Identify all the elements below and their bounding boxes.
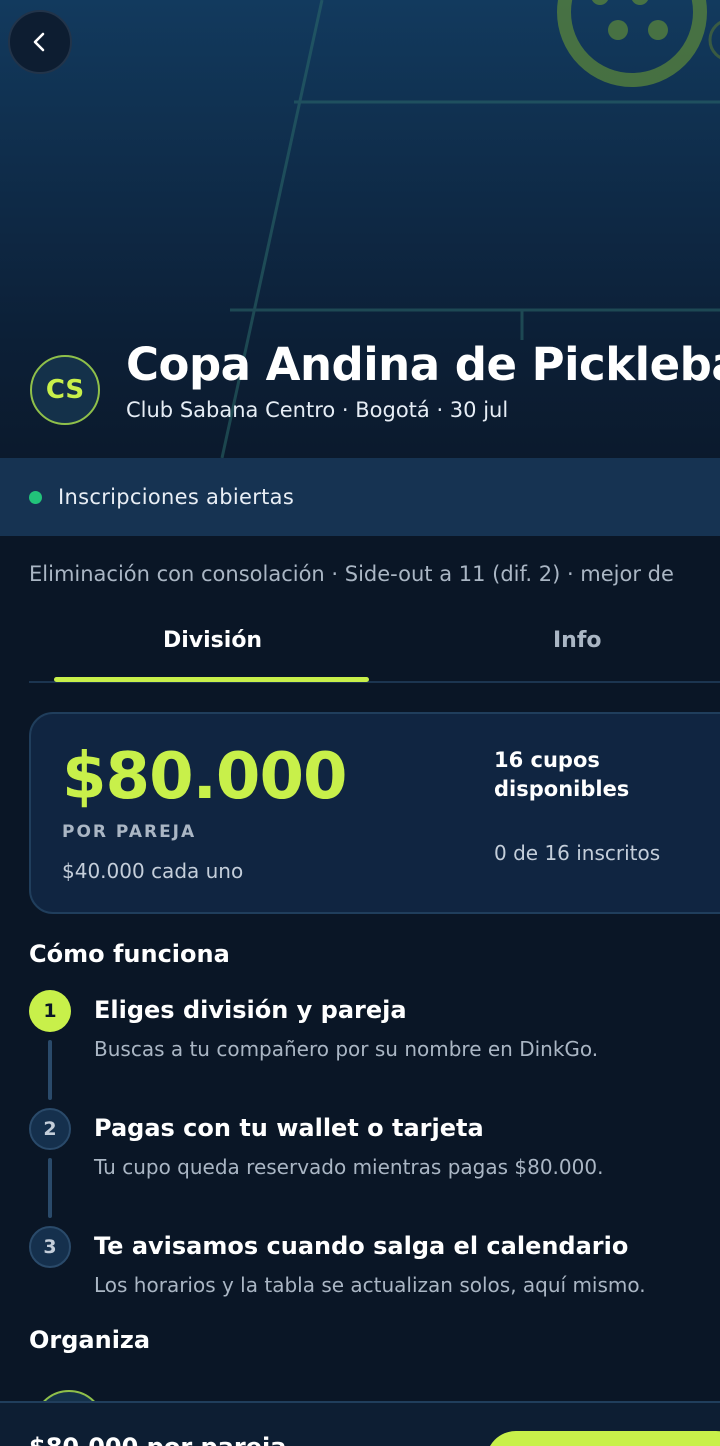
step-title-3: Te avisamos cuando salga el calendario [94,1232,629,1260]
active-tab-indicator [54,677,369,682]
status-label: Inscripciones abiertas [58,485,295,509]
hero-banner: CS Copa Andina de Pickleball Club Sabana… [0,0,720,458]
price-unit-label: POR PAREJA [62,822,197,842]
step-desc-3: Los horarios y la tabla se actualizan so… [94,1273,646,1297]
enrolled-count: 0 de 16 inscritos [494,841,661,865]
step-title-1: Eliges división y pareja [94,996,407,1024]
club-initials: CS [45,375,85,405]
tournament-title: Copa Andina de Pickleball [126,338,720,391]
registration-status-bar: Inscripciones abiertas [0,458,720,536]
chevron-left-icon [33,32,45,52]
tab-division[interactable]: División [163,628,262,653]
how-it-works-title: Cómo funciona [29,940,230,968]
bottom-price-label: $80.000 por pareja [29,1433,286,1446]
step-number-3: 3 [29,1226,71,1268]
step-desc-2: Tu cupo queda reservado mientras pagas $… [94,1155,604,1179]
club-avatar[interactable]: CS [30,355,100,425]
tournament-detail-screen: CS Copa Andina de Pickleball Club Sabana… [0,0,720,1446]
step-connector [48,1158,52,1218]
step-title-2: Pagas con tu wallet o tarjeta [94,1114,484,1142]
step-connector [48,1040,52,1100]
bottom-action-bar: $80.000 por pareja [0,1401,720,1446]
step-number-1: 1 [29,990,71,1032]
tournament-subtitle: Club Sabana Centro · Bogotá · 30 jul [126,398,509,422]
step-desc-1: Buscas a tu compañero por su nombre en D… [94,1037,599,1061]
price-each-label: $40.000 cada uno [62,859,244,883]
organizer-section-title: Organiza [29,1326,151,1354]
register-button[interactable] [486,1431,720,1446]
status-dot-icon [29,490,42,504]
format-description: Eliminación con consolación · Side-out a… [29,562,674,586]
price-card: $80.000 POR PAREJA $40.000 cada uno 16 c… [29,712,720,914]
price-amount: $80.000 [62,740,347,814]
step-number-2: 2 [29,1108,71,1150]
back-button[interactable] [8,10,72,74]
tab-info[interactable]: Info [553,628,602,653]
spots-available: 16 cupos disponibles [494,748,630,801]
tab-bar: División Info [29,612,720,683]
